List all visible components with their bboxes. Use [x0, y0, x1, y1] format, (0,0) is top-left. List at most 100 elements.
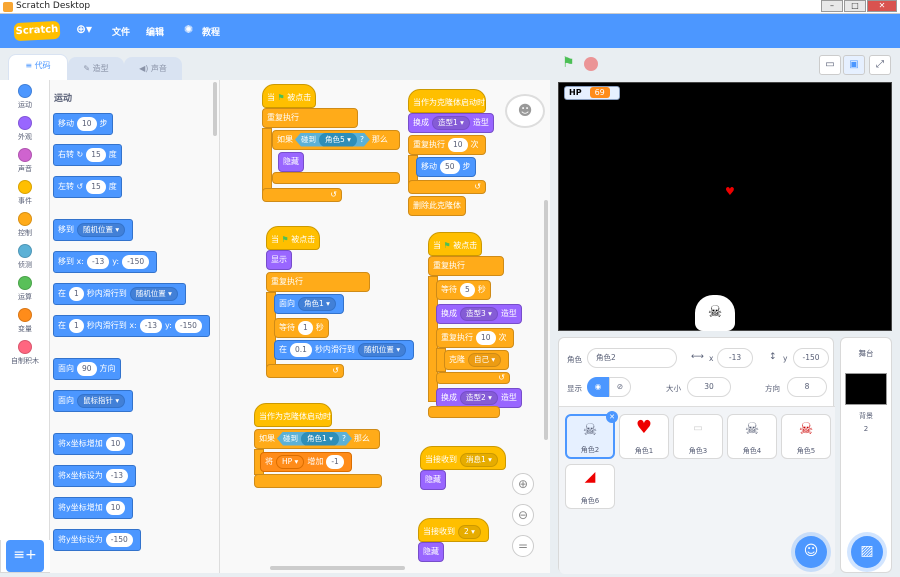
loop-arrow-icon: ↺ [474, 182, 481, 191]
backdrop-thumbnail[interactable] [845, 373, 887, 405]
workspace-v-scrollbar[interactable] [544, 200, 548, 440]
stage-target-pane[interactable]: 舞台 背景 2 ▨ [840, 337, 892, 573]
large-stage-button[interactable]: ▣ [843, 55, 865, 75]
zoom-in-button[interactable]: ⊕ [512, 473, 534, 495]
block-point-direction[interactable]: 面向 90 方向 [53, 358, 121, 380]
script4-forever-end [428, 406, 500, 418]
green-flag-button[interactable]: ⚑ [562, 55, 575, 71]
direction-input[interactable]: 8 [787, 377, 827, 397]
block-turn-left[interactable]: 左转 ↺ 15 度 [53, 176, 122, 198]
script4-forever[interactable]: 重复执行 [428, 256, 504, 276]
script3-glide[interactable]: 在 0.1 秒内滑行到 随机位置 ▾ [274, 340, 415, 360]
script-workspace: 当 ⚑ 被点击 重复执行 如果 碰到 角色5 ▾? 那么 隐藏 ↺ 当作为克隆体启动时… [220, 80, 550, 573]
script2-hat-clone[interactable]: 当作为克隆体启动时 [408, 89, 486, 113]
palette-section-title: 运动 [54, 94, 73, 104]
workspace-h-scrollbar[interactable] [270, 566, 405, 570]
script4-wait[interactable]: 等待 5 秒 [436, 280, 491, 300]
x-input[interactable]: -13 [717, 348, 753, 368]
sprite-name-input[interactable]: 角色2 [587, 348, 677, 368]
block-goto-xy[interactable]: 移到 x: -13 y: -150 [53, 251, 158, 273]
category-sensing[interactable]: 侦测 [0, 244, 50, 270]
zoom-out-button[interactable]: ⊖ [512, 504, 534, 526]
script4-switch-costume3[interactable]: 换成 造型3 ▾ 造型 [436, 304, 522, 324]
tab-code[interactable]: ≡ 代码 [8, 54, 68, 81]
script3-show[interactable]: 显示 [266, 250, 292, 270]
menu-edit[interactable]: 编辑 [146, 25, 164, 38]
tab-costumes[interactable]: ✎ 造型 [68, 57, 124, 81]
category-operators[interactable]: 运算 [0, 276, 50, 302]
block-turn-right[interactable]: 右转 ↻ 15 度 [53, 144, 122, 166]
show-hidden-button[interactable]: ⊘ [609, 377, 631, 397]
script6-hat-receive[interactable]: 当接收到 消息1 ▾ [420, 446, 506, 470]
sprite-thumb-5[interactable]: ☠ 角色5 [781, 414, 831, 459]
scratch-logo[interactable]: Scratch [13, 20, 61, 42]
category-control[interactable]: 控制 [0, 212, 50, 238]
tutorials-bulb-icon[interactable]: ✺ [184, 23, 193, 36]
script1-if[interactable]: 如果 碰到 角色5 ▾? 那么 [272, 130, 400, 150]
category-variables[interactable]: 变量 [0, 308, 50, 334]
fullscreen-button[interactable]: ⤢ [869, 55, 891, 75]
menu-tutorials[interactable]: 教程 [202, 25, 220, 38]
block-point-towards[interactable]: 面向 鼠标指针 ▾ [53, 390, 134, 412]
menu-file[interactable]: 文件 [112, 25, 130, 38]
category-events[interactable]: 事件 [0, 180, 50, 206]
minimize-button[interactable]: – [821, 0, 843, 12]
speaker-icon: ◀) [139, 64, 151, 73]
script3-hat-flag[interactable]: 当 ⚑ 被点击 [266, 226, 321, 250]
script1-hide[interactable]: 隐藏 [278, 152, 304, 172]
sprite-thumb-3[interactable]: ▭ 角色3 [673, 414, 723, 459]
block-glide[interactable]: 在 1 秒内滑行到 随机位置 ▾ [53, 283, 186, 305]
block-goto[interactable]: 移到 随机位置 ▾ [53, 219, 134, 241]
block-glide-xy[interactable]: 在 1 秒内滑行到 x: -13 y: -150 [53, 315, 210, 337]
stage-canvas[interactable]: ♥ ☠ [558, 82, 892, 331]
script2-move[interactable]: 移动 50 步 [416, 157, 476, 177]
script7-hat-receive[interactable]: 当接收到 2 ▾ [418, 518, 489, 542]
category-sound[interactable]: 声音 [0, 148, 50, 174]
eye-icon: ◉ [594, 382, 602, 391]
tab-sounds[interactable]: ◀) 声音 [124, 57, 182, 81]
category-motion[interactable]: 运动 [0, 84, 50, 110]
category-my-blocks[interactable]: 自制积木 [0, 340, 50, 366]
sound-dot-icon [18, 148, 32, 162]
script1-hat-flag[interactable]: 当 ⚑ 被点击 [262, 84, 317, 108]
close-button[interactable]: ✕ [867, 0, 897, 12]
script5-if[interactable]: 如果 碰到 角色1 ▾? 那么 [254, 429, 380, 449]
sprite-thumb-6[interactable]: ◢ 角色6 [565, 464, 615, 509]
sprite-thumb-1[interactable]: ♥ 角色1 [619, 414, 669, 459]
block-change-x[interactable]: 将x坐标增加 10 [53, 433, 134, 455]
sprite-thumb-2[interactable]: ☠ 角色2 ✕ [565, 411, 618, 459]
zoom-reset-button[interactable]: = [512, 535, 534, 557]
category-looks[interactable]: 外观 [0, 116, 50, 142]
add-sprite-button[interactable]: ☺ [795, 536, 827, 568]
script3-forever[interactable]: 重复执行 [266, 272, 370, 292]
script5-hat-clone[interactable]: 当作为克隆体启动时 [254, 403, 332, 427]
add-extension-button[interactable]: ≡+ [6, 540, 44, 572]
small-stage-button[interactable]: ▭ [819, 55, 841, 75]
script2-delete-clone[interactable]: 删除此克隆体 [408, 196, 466, 216]
script4-hat-flag[interactable]: 当 ⚑ 被点击 [428, 232, 483, 256]
stop-button[interactable] [584, 57, 598, 71]
block-change-y[interactable]: 将y坐标增加 10 [53, 497, 134, 519]
script3-wait[interactable]: 等待 1 秒 [274, 318, 329, 338]
maximize-button[interactable]: □ [844, 0, 866, 12]
block-set-y[interactable]: 将y坐标设为 -150 [53, 529, 141, 551]
show-visible-button[interactable]: ◉ [587, 377, 609, 397]
block-set-x[interactable]: 将x坐标设为 -13 [53, 465, 136, 487]
script4-clone[interactable]: 克隆 自己 ▾ [444, 350, 510, 370]
language-globe-icon[interactable]: ⊕▾ [76, 22, 92, 36]
palette-scrollbar[interactable] [213, 82, 217, 136]
script3-point-towards[interactable]: 面向 角色1 ▾ [274, 294, 344, 314]
script2-repeat[interactable]: 重复执行 10 次 [408, 135, 486, 155]
script7-hide[interactable]: 隐藏 [418, 542, 444, 562]
size-input[interactable]: 30 [687, 377, 731, 397]
script4-switch-costume2[interactable]: 换成 造型2 ▾ 造型 [436, 388, 522, 408]
block-move-steps[interactable]: 移动 10 步 [53, 113, 113, 135]
script1-forever[interactable]: 重复执行 [262, 108, 358, 128]
add-backdrop-button[interactable]: ▨ [851, 536, 883, 568]
y-input[interactable]: -150 [793, 348, 829, 368]
sprite-thumb-4[interactable]: ☠ 角色4 [727, 414, 777, 459]
script6-hide[interactable]: 隐藏 [420, 470, 446, 490]
script5-change-var[interactable]: 将 HP ▾ 增加 -1 [260, 452, 352, 472]
script4-repeat[interactable]: 重复执行 10 次 [436, 328, 514, 348]
script2-switch-costume[interactable]: 换成 造型1 ▾ 造型 [408, 113, 494, 133]
